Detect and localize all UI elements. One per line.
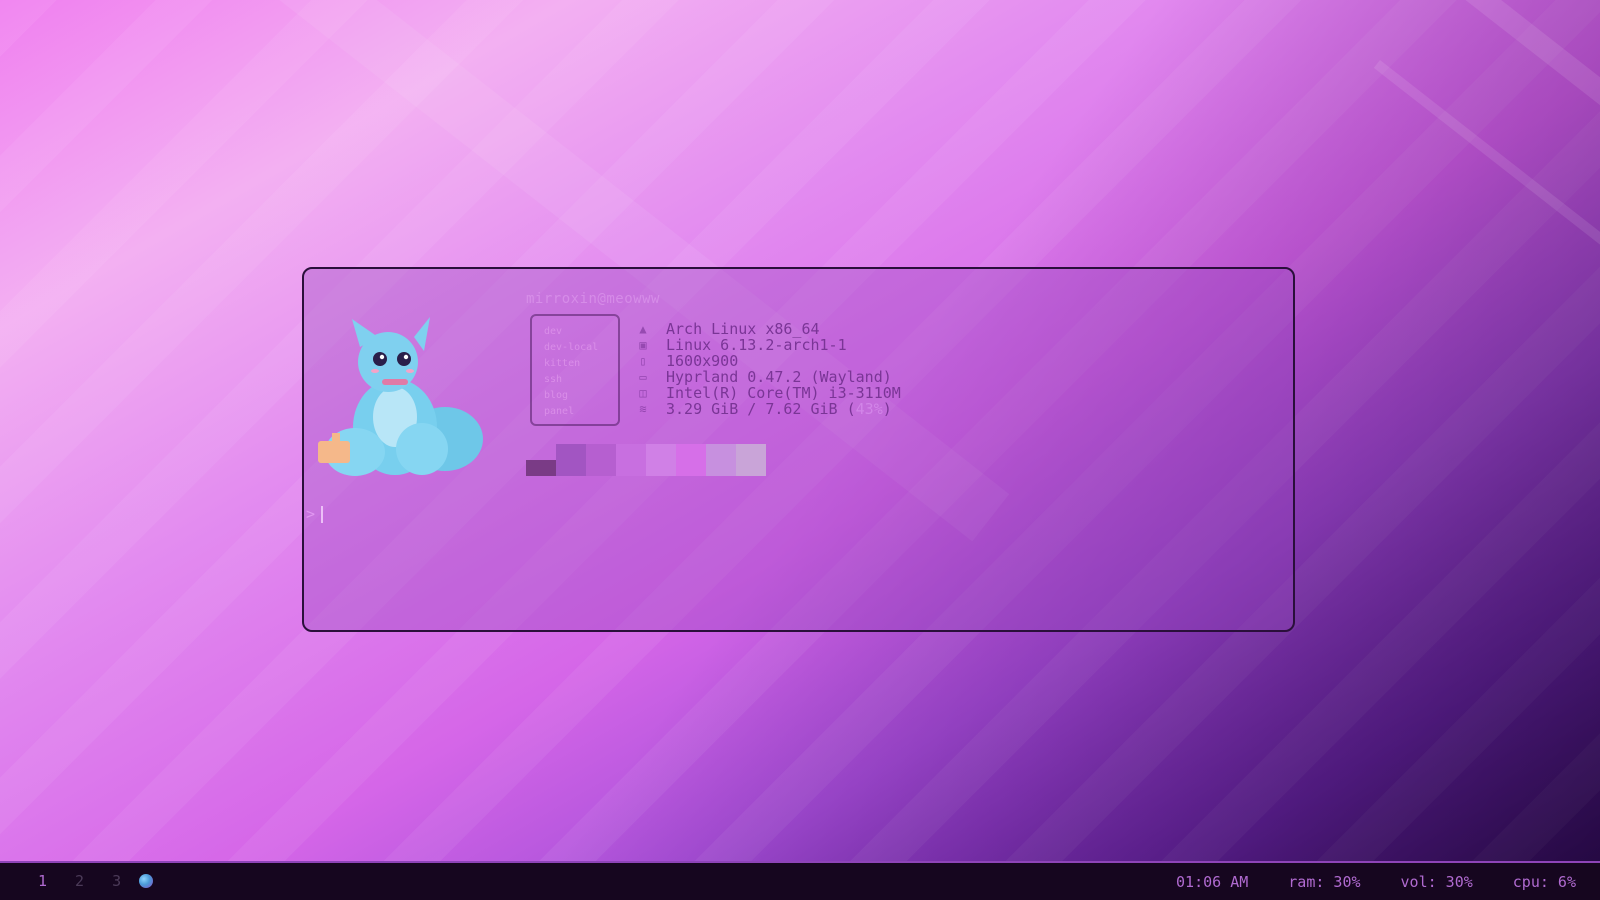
cpu-usage[interactable]: cpu: 6%: [1513, 873, 1576, 891]
memory-info: 3.29 GiB / 7.62 GiB (43%): [666, 400, 892, 418]
clock[interactable]: 01:06 AM: [1176, 873, 1248, 891]
memory-percent: 43%: [855, 400, 883, 418]
kernel-icon: ▣: [639, 338, 647, 352]
terminal-window[interactable]: mirroxin@meowww dev dev-local kitten ssh…: [302, 267, 1295, 632]
workspace-button[interactable]: 3: [112, 872, 121, 890]
fetch-box-label: kitten: [544, 358, 581, 369]
fetch-box-label: ssh: [544, 374, 563, 385]
prompt-symbol: >: [306, 505, 316, 523]
memory-icon: ≋: [639, 402, 647, 416]
mascot-image: [318, 317, 483, 476]
workspace-button[interactable]: 2: [75, 872, 84, 890]
workspace-button[interactable]: 1: [38, 872, 47, 890]
status-modules: 01:06 AM ram: 30% vol: 30% cpu: 6%: [1136, 873, 1576, 891]
cpu-icon: ◫: [639, 386, 647, 400]
color-swatch: [616, 444, 646, 476]
fetch-box-label: dev-local: [544, 342, 599, 353]
color-swatch: [586, 444, 616, 476]
wallpaper-streak: [1373, 60, 1600, 450]
window-manager-icon: ▭: [639, 370, 647, 384]
app-orb-icon[interactable]: [139, 874, 154, 888]
wallpaper-streak: [1436, 0, 1600, 298]
volume-level[interactable]: vol: 30%: [1401, 873, 1473, 891]
fetch-box-label: dev: [544, 326, 563, 337]
wm-info: Hyprland 0.47.2 (Wayland): [666, 368, 892, 386]
color-swatch: [556, 444, 586, 476]
fetch-label-box: dev dev-local kitten ssh blog panel: [530, 314, 620, 426]
resolution-info: 1600x900: [666, 352, 739, 370]
color-swatch: [736, 444, 766, 476]
memory-usage: 3.29 GiB / 7.62 GiB: [666, 400, 838, 418]
color-swatch: [706, 444, 736, 476]
status-bar: 1 2 3 01:06 AM ram: 30% vol: 30% cpu: 6%: [0, 861, 1600, 900]
kernel-info: Linux 6.13.2-arch1-1: [666, 336, 847, 354]
cpu-info: Intel(R) Core(TM) i3-3110M: [666, 384, 901, 402]
color-swatch: [646, 444, 676, 476]
ram-usage[interactable]: ram: 30%: [1288, 873, 1360, 891]
workspace-switcher: 1 2 3: [38, 872, 154, 890]
shell-prompt[interactable]: >: [306, 505, 324, 523]
monitor-icon: ▯: [639, 354, 647, 368]
user-host-label: mirroxin@meowww: [526, 291, 660, 307]
arch-icon: ▲: [639, 322, 647, 336]
color-swatch: [676, 444, 706, 476]
fetch-icon-column: ▲ ▣ ▯ ▭ ◫ ≋: [634, 322, 652, 418]
desktop-wallpaper: mirroxin@meowww dev dev-local kitten ssh…: [0, 0, 1600, 900]
os-info: Arch Linux x86_64: [666, 320, 820, 338]
fetch-box-label: panel: [544, 406, 575, 417]
color-swatch: [526, 460, 556, 476]
fetch-info: Arch Linux x86_64 Linux 6.13.2-arch1-1 1…: [666, 321, 901, 417]
text-cursor: [321, 506, 324, 523]
fetch-box-label: blog: [544, 390, 569, 401]
